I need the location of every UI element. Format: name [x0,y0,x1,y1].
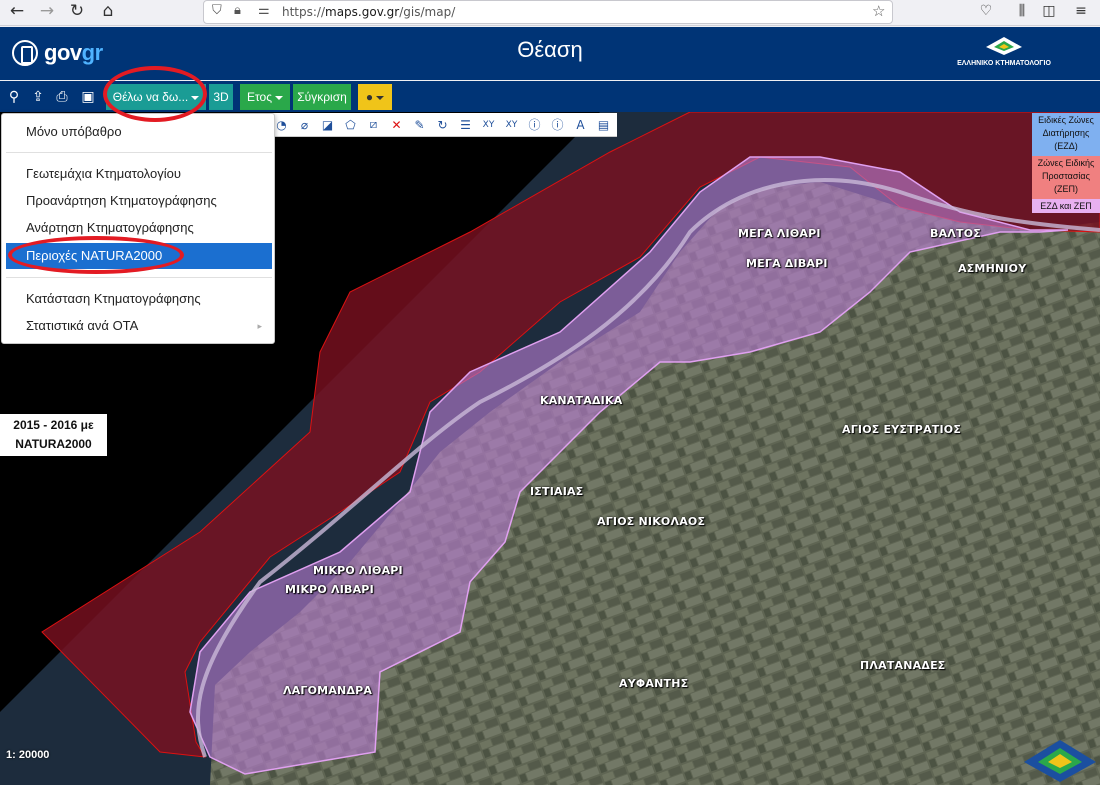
map-tools: ◔ ⌀ ◪ ⬠ ⧄ ✕ ✎ ↻ ☰ XY XY ⓘ ⓘ A ▤ [268,113,617,137]
place-label: ΠΛΑΤΑΝΑΔΕΣ [860,659,946,672]
lock-icon[interactable]: 🔒︎ [234,3,241,18]
place-label: ΜΕΓΑ ΛΙΘΑΡΙ [738,227,821,240]
ktimatologio-corner-logo [1020,732,1100,785]
place-label: ΒΑΛΤΟΣ [930,227,981,240]
browser-toolbar: ← → ↻ ⌂ ⛉ 🔒︎ ⚌ https://maps.gov.gr/gis/m… [0,0,1100,26]
info-icon[interactable]: ⓘ [525,115,544,134]
url-text: https://maps.gov.gr/gis/map/ [282,5,456,19]
place-label: ΜΙΚΡΟ ΛΙΘΑΡΙ [313,564,403,577]
menu-item-posting[interactable]: Ανάρτηση Κτηματογράφησης [6,215,272,241]
file-upload-icon: ⇪ [32,89,44,105]
print-icon: ⎙ [56,89,68,105]
map-legend: Ειδικές Ζώνες Διατήρησης (ΕΖΔ) Ζώνες Ειδ… [1032,113,1100,213]
year-label: Ετος [246,90,273,104]
menu-item-mapping-status[interactable]: Κατάσταση Κτηματογράφησης [6,286,272,312]
legend-ezd: Ειδικές Ζώνες Διατήρησης (ΕΖΔ) [1032,113,1100,156]
scale-label: 1: 20000 [6,749,50,761]
submenu-arrow-icon: ▸ [257,321,262,331]
xy-goto-icon[interactable]: XY [502,115,521,134]
page-title: Θέαση [517,37,583,62]
menu-divider [6,277,272,278]
chevron-down-icon [376,95,385,100]
info-line-1: 2015 - 2016 με [13,418,94,432]
back-icon[interactable]: ← [6,0,28,24]
xy-icon[interactable]: XY [479,115,498,134]
permissions-icon[interactable]: ⚌ [258,3,270,18]
refresh-icon[interactable]: ↻ [433,115,452,134]
home-icon[interactable]: ⌂ [97,0,119,24]
menu-item-basemap-only[interactable]: Μόνο υπόβαθρο [6,119,272,145]
compare-button[interactable]: Σύγκριση [293,84,351,110]
shape-draw-icon[interactable]: ◪ [318,115,337,134]
place-label: ΑΓΙΟΣ ΝΙΚΟΛΑΟΣ [597,515,706,528]
view-3d-button[interactable]: 3D [209,84,233,110]
print-button[interactable]: ⎙ [50,84,74,110]
save-icon: ▣ [81,89,95,105]
place-label: ΙΣΤΙΑΙΑΣ [530,485,584,498]
search-icon: ⚲ [8,89,20,105]
line-draw-icon[interactable]: ⌀ [295,115,314,134]
forward-icon[interactable]: → [36,0,58,24]
want-to-see-menu: Μόνο υπόβαθρο Γεωτεμάχια Κτηματολογίου Π… [1,113,275,344]
place-label: ΚΑΝΑΤΑΔΙΚΑ [540,394,623,407]
place-label: ΛΑΓΟΜΑΝΔΡΑ [283,684,373,697]
menu-item-stats-per-ota[interactable]: Στατιστικά ανά ΟΤΑ ▸ [6,313,272,339]
menu-item-cadastral-parcels[interactable]: Γεωτεμάχια Κτηματολογίου [6,161,272,187]
annotation-circle-natura [8,236,184,274]
reload-icon[interactable]: ↻ [66,0,88,24]
place-label: ΜΙΚΡΟ ΛΙΒΑΡΙ [285,583,374,596]
library-icon[interactable]: ⫼ [1011,0,1033,24]
shield-icon[interactable]: ⛉ [212,3,222,18]
place-label: ΑΣΜΗΝΙΟΥ [958,262,1027,275]
layer-info-box: 2015 - 2016 με NATURA2000 [0,414,107,456]
bookmark-star-icon[interactable]: ☆ [872,2,885,20]
delete-icon[interactable]: ✕ [387,115,406,134]
place-label: ΑΓΙΟΣ ΕΥΣΤΡΑΤΙΟΣ [842,423,962,436]
layers-list-icon[interactable]: ▤ [594,115,613,134]
save-button[interactable]: ▣ [76,84,100,110]
legend-ezd-zep: ΕΖΔ και ΖΕΠ [1032,199,1100,213]
ktimatologio-logo: ΕΛΛΗΝΙΚΟ ΚΤΗΜΑΤΟΛΟΓΙΟ [944,35,1064,67]
address-bar[interactable]: ⛉ 🔒︎ ⚌ https://maps.gov.gr/gis/map/ ☆ [203,0,893,24]
place-label: ΑΥΦΑΝΤΗΣ [619,677,689,690]
label-info-icon[interactable]: ⓘ [548,115,567,134]
pocket-icon[interactable]: ♡ [975,0,997,24]
menu-item-label: Στατιστικά ανά ΟΤΑ [26,318,139,333]
select-area-icon[interactable]: ⧄ [364,115,383,134]
place-label: ΜΕΓΑ ΔΙΒΑΡΙ [746,257,828,270]
text-annotation-icon[interactable]: A [571,115,590,134]
location-dropdown[interactable]: ● [358,84,392,110]
document-icon[interactable]: ☰ [456,115,475,134]
upload-button[interactable]: ⇪ [26,84,50,110]
ktimatologio-icon [984,35,1024,57]
menu-icon[interactable]: ≡ [1070,0,1092,24]
annotation-circle-dropdown [103,66,207,122]
menu-item-pre-posting[interactable]: Προανάρτηση Κτηματογράφησης [6,188,272,214]
legend-zep: Ζώνες Ειδικής Προστασίας (ΖΕΠ) [1032,156,1100,199]
sidebar-icon[interactable]: ◫ [1038,0,1060,24]
brand-name: ΕΛΛΗΝΙΚΟ ΚΤΗΜΑΤΟΛΟΓΙΟ [957,60,1051,67]
menu-divider [6,152,272,153]
year-dropdown[interactable]: Ετος [240,84,290,110]
info-line-2: NATURA2000 [15,437,92,451]
chevron-down-icon [275,95,284,100]
polygon-draw-icon[interactable]: ⬠ [341,115,360,134]
edit-icon[interactable]: ✎ [410,115,429,134]
search-button[interactable]: ⚲ [2,84,26,110]
map-pin-icon: ● [365,90,374,104]
